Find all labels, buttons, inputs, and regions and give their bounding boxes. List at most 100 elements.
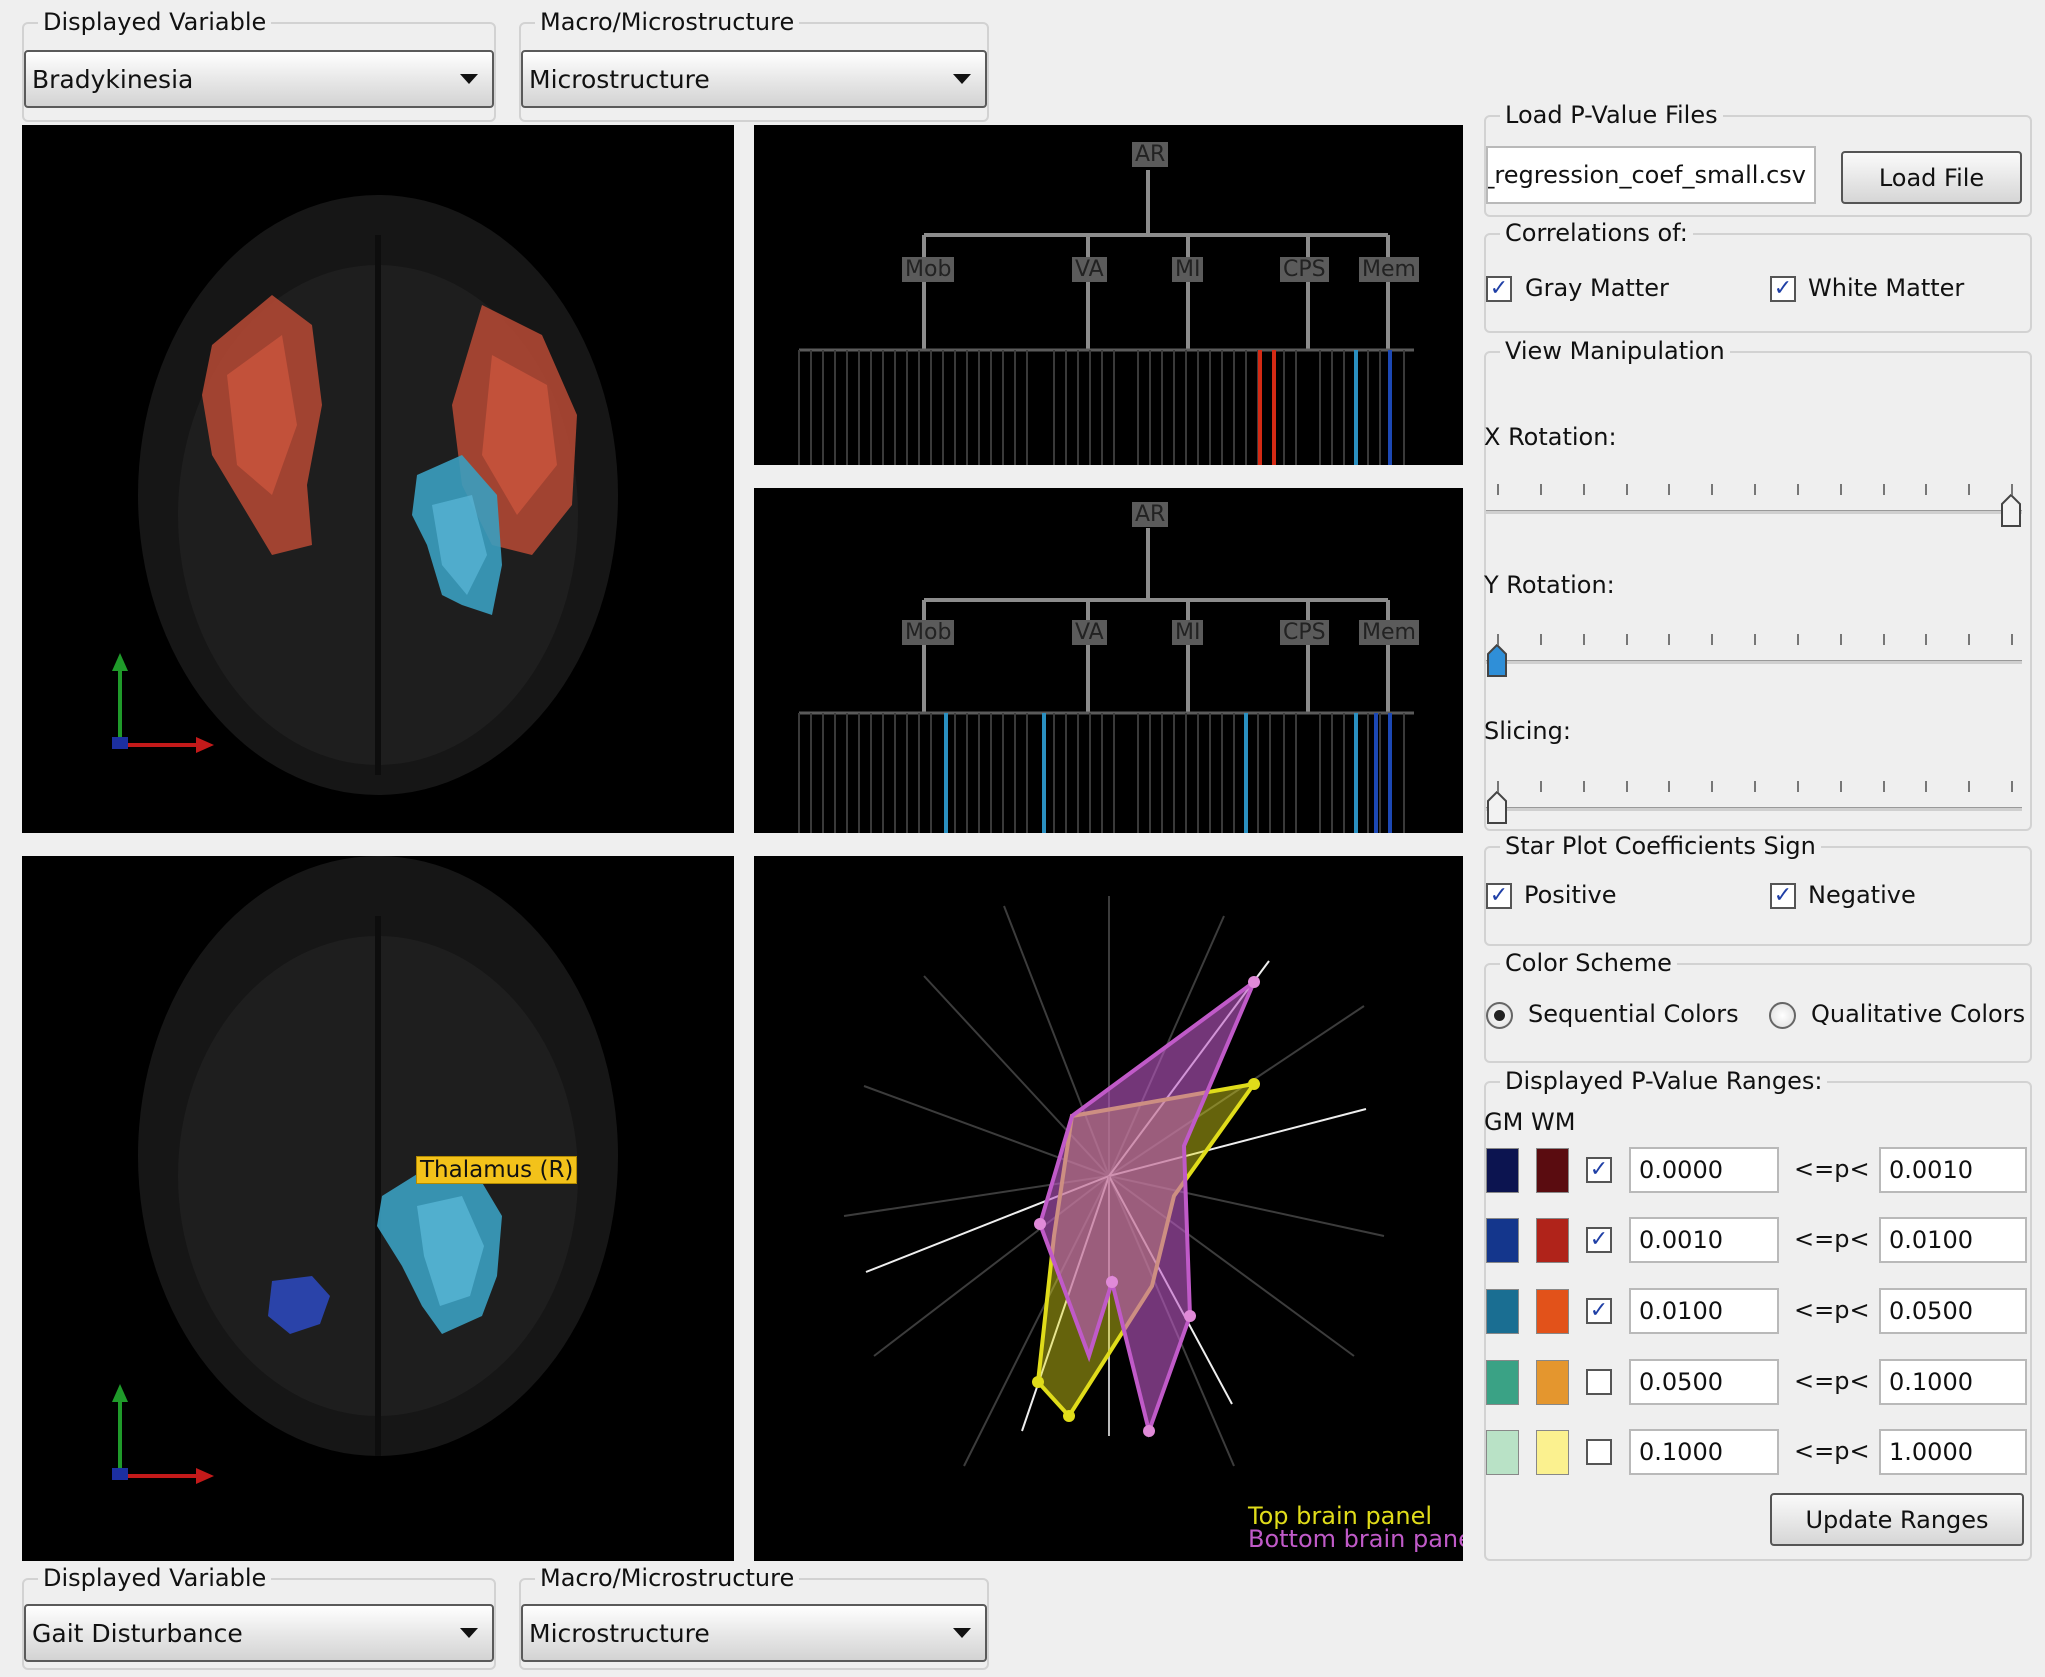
top-variable-value: Bradykinesia [32, 64, 194, 94]
tree-node-va[interactable]: VA [1072, 620, 1107, 645]
bottom-structure-select[interactable]: Microstructure [521, 1604, 987, 1662]
slider-handle[interactable] [1486, 643, 1508, 678]
range-checkbox[interactable] [1586, 1439, 1612, 1465]
slider-tick [1796, 634, 1799, 645]
wm-color-swatch[interactable] [1536, 1360, 1569, 1405]
gm-color-swatch[interactable] [1486, 1430, 1519, 1475]
top-brain-panel[interactable] [22, 125, 734, 833]
slider-tick [1497, 781, 1499, 792]
qualitative-colors-radio[interactable] [1769, 1002, 1796, 1029]
white-matter-label: White Matter [1808, 274, 1965, 302]
tree-node-cps[interactable]: CPS [1280, 257, 1329, 282]
slider-handle[interactable] [2000, 493, 2022, 528]
slider-tick [1968, 484, 1971, 495]
positive-checkbox[interactable]: ✓ [1486, 883, 1512, 909]
top-structure-value: Microstructure [529, 64, 710, 94]
slider-tick [1839, 484, 1842, 495]
load-file-button[interactable]: Load File [1841, 151, 2022, 204]
negative-checkbox[interactable]: ✓ [1770, 883, 1796, 909]
range-checkbox[interactable]: ✓ [1586, 1298, 1612, 1324]
tree-node-va[interactable]: VA [1072, 257, 1107, 282]
qualitative-colors-label: Qualitative Colors [1811, 1000, 2026, 1028]
range-checkbox[interactable]: ✓ [1586, 1227, 1612, 1253]
bottom-variable-select[interactable]: Gait Disturbance [24, 1604, 494, 1662]
wm-color-swatch[interactable] [1536, 1218, 1569, 1263]
region-tooltip: Thalamus (R) [416, 1156, 578, 1184]
range-checkbox[interactable]: ✓ [1586, 1157, 1612, 1183]
tree-node-mob[interactable]: Mob [902, 620, 955, 645]
range-high-field[interactable]: 1.0000 [1879, 1429, 2027, 1475]
gm-color-swatch[interactable] [1486, 1360, 1519, 1405]
wm-color-swatch[interactable] [1536, 1148, 1569, 1193]
slider-tick [1882, 484, 1885, 495]
range-high-field[interactable]: 0.1000 [1879, 1359, 2027, 1405]
bottom-structure-title: Macro/Microstructure [535, 1564, 800, 1592]
range-operator: <=p< [1794, 1296, 1870, 1324]
x-rotation-slider[interactable] [1486, 480, 2022, 530]
gm-color-swatch[interactable] [1486, 1218, 1519, 1263]
slider-tick [1925, 781, 1928, 792]
range-high-value: 0.0010 [1889, 1156, 1973, 1184]
range-checkbox[interactable] [1586, 1369, 1612, 1395]
legend-bottom-brain: Bottom brain panel [1248, 1525, 1463, 1553]
tree-node-mi[interactable]: MI [1172, 620, 1204, 645]
file-path-field[interactable]: p_regression_coef_small.csv [1486, 146, 1816, 204]
tree-node-mem[interactable]: Mem [1359, 620, 1419, 645]
range-high-field[interactable]: 0.0500 [1879, 1288, 2027, 1334]
pvalue-ranges-title: Displayed P-Value Ranges: [1500, 1067, 1828, 1095]
range-low-value: 0.0100 [1639, 1297, 1723, 1325]
tree-node-mi[interactable]: MI [1172, 257, 1204, 282]
slider-tick [1497, 634, 1499, 645]
slider-tick [1497, 484, 1499, 495]
bottom-tree-panel[interactable]: AR Mob VA MI CPS Mem [754, 488, 1463, 833]
slider-tick [1668, 484, 1671, 495]
bottom-hierarchy-tree [798, 528, 1414, 833]
chevron-down-icon [953, 74, 971, 84]
slider-tick [1925, 634, 1928, 645]
slider-tick [1711, 781, 1714, 792]
slider-tick [1539, 484, 1542, 495]
slicing-slider[interactable] [1486, 775, 2022, 825]
gm-color-swatch[interactable] [1486, 1148, 1519, 1193]
file-path-value: p_regression_coef_small.csv [1486, 161, 1806, 189]
tree-node-cps[interactable]: CPS [1280, 620, 1329, 645]
sequential-colors-radio[interactable] [1486, 1002, 1513, 1029]
bottom-brain-panel[interactable]: Thalamus (R) [22, 856, 734, 1561]
gm-color-swatch[interactable] [1486, 1289, 1519, 1334]
tree-node-mem[interactable]: Mem [1359, 257, 1419, 282]
range-high-field[interactable]: 0.0010 [1879, 1147, 2027, 1193]
slider-tick [1754, 781, 1756, 792]
slider-handle[interactable] [1486, 790, 1508, 825]
range-low-field[interactable]: 0.1000 [1629, 1429, 1779, 1475]
tree-node-mob[interactable]: Mob [902, 257, 955, 282]
slider-tick [1711, 634, 1714, 645]
slider-tick [1625, 781, 1628, 792]
tree-node-root[interactable]: AR [1132, 142, 1169, 167]
range-low-field[interactable]: 0.0010 [1629, 1217, 1779, 1263]
wm-color-swatch[interactable] [1536, 1289, 1569, 1334]
gray-matter-label: Gray Matter [1525, 274, 1669, 302]
top-tree-panel[interactable]: AR Mob VA MI CPS Mem [754, 125, 1463, 465]
top-variable-select[interactable]: Bradykinesia [24, 50, 494, 108]
range-low-field[interactable]: 0.0000 [1629, 1147, 1779, 1193]
range-low-value: 0.0000 [1639, 1156, 1723, 1184]
range-low-field[interactable]: 0.0500 [1629, 1359, 1779, 1405]
top-variable-title: Displayed Variable [38, 8, 272, 36]
wm-color-swatch[interactable] [1536, 1430, 1569, 1475]
gm-header: GM [1484, 1108, 1524, 1136]
y-rotation-slider[interactable] [1486, 628, 2022, 678]
slider-tick [1882, 634, 1885, 645]
slider-tick [1754, 634, 1756, 645]
range-operator: <=p< [1794, 1367, 1870, 1395]
update-ranges-button[interactable]: Update Ranges [1770, 1493, 2024, 1546]
slider-tick [1925, 484, 1928, 495]
range-low-value: 0.0010 [1639, 1226, 1723, 1254]
tree-node-root[interactable]: AR [1132, 502, 1169, 527]
axis-gizmo-icon [112, 653, 214, 753]
gray-matter-checkbox[interactable]: ✓ [1486, 276, 1512, 302]
range-high-field[interactable]: 0.0100 [1879, 1217, 2027, 1263]
star-plot-panel[interactable]: Top brain panel Bottom brain panel [754, 856, 1463, 1561]
top-structure-select[interactable]: Microstructure [521, 50, 987, 108]
white-matter-checkbox[interactable]: ✓ [1770, 276, 1796, 302]
range-low-field[interactable]: 0.0100 [1629, 1288, 1779, 1334]
